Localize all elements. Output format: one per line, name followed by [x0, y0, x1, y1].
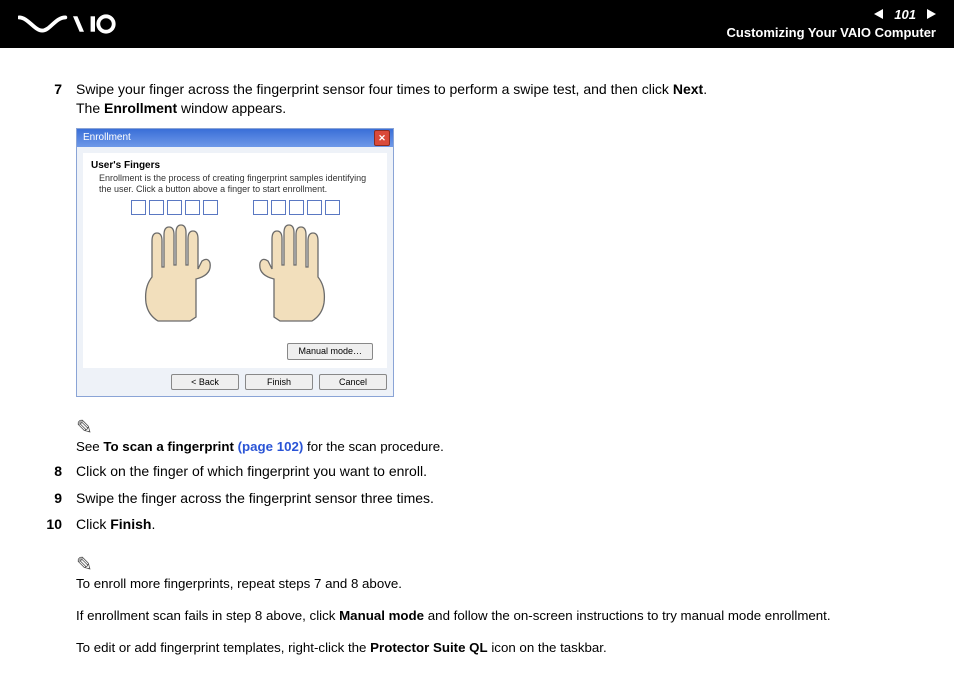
step-7-line2: The: [76, 100, 104, 116]
step-9-text: Swipe the finger across the fingerprint …: [76, 489, 434, 508]
step-10-bold-finish: Finish: [110, 516, 151, 532]
vaio-logo: [18, 13, 139, 35]
note2-l3c: icon on the taskbar.: [488, 640, 607, 655]
close-icon[interactable]: ✕: [374, 130, 390, 146]
note-scan-fingerprint: ✎ See To scan a fingerprint (page 102) f…: [76, 415, 914, 456]
left-hand-icon: [124, 217, 224, 327]
right-hand: [246, 200, 346, 332]
step-10-c: .: [151, 516, 155, 532]
step-number: 10: [40, 515, 62, 534]
page-body: 7 Swipe your finger across the fingerpri…: [0, 48, 954, 687]
prev-page-icon[interactable]: [874, 6, 888, 24]
page-link-102[interactable]: (page 102): [238, 439, 304, 454]
users-fingers-desc: Enrollment is the process of creating fi…: [99, 173, 379, 194]
note2-l2c: and follow the on-screen instructions to…: [424, 608, 831, 623]
page-number: 101: [894, 6, 916, 24]
step-8-text: Click on the finger of which fingerprint…: [76, 462, 427, 481]
right-hand-icon: [246, 217, 346, 327]
page-header: 101 Customizing Your VAIO Computer: [0, 0, 954, 48]
finger-select-box[interactable]: [307, 200, 322, 215]
note-more-fingerprints: ✎ To enroll more fingerprints, repeat st…: [76, 552, 914, 657]
step-7-bold-enrollment: Enrollment: [104, 100, 177, 116]
step-8: 8 Click on the finger of which fingerpri…: [40, 462, 914, 481]
enrollment-titlebar: Enrollment ✕: [77, 129, 393, 147]
next-page-icon[interactable]: [922, 6, 936, 24]
step-7-text: Swipe your finger across the fingerprint…: [76, 81, 673, 97]
step-7: 7 Swipe your finger across the fingerpri…: [40, 80, 914, 118]
step-10: 10 Click Finish.: [40, 515, 914, 534]
enrollment-window: Enrollment ✕ User's Fingers Enrollment i…: [76, 128, 394, 397]
finger-select-box[interactable]: [185, 200, 200, 215]
finish-button[interactable]: Finish: [245, 374, 313, 390]
step-number: 9: [40, 489, 62, 508]
finger-select-box[interactable]: [253, 200, 268, 215]
step-7-text-end: .: [703, 81, 707, 97]
section-title: Customizing Your VAIO Computer: [727, 24, 936, 42]
step-number: 7: [40, 80, 62, 118]
note1-c: for the scan procedure.: [303, 439, 443, 454]
finger-select-box[interactable]: [167, 200, 182, 215]
manual-mode-button[interactable]: Manual mode…: [287, 343, 373, 359]
page-nav: 101: [727, 6, 936, 24]
finger-select-box[interactable]: [289, 200, 304, 215]
left-hand: [124, 200, 224, 332]
note2-line1: To enroll more fingerprints, repeat step…: [76, 575, 914, 593]
users-fingers-heading: User's Fingers: [91, 159, 379, 173]
note1-b: To scan a fingerprint: [103, 439, 237, 454]
note2-l3a: To edit or add fingerprint templates, ri…: [76, 640, 370, 655]
step-number: 8: [40, 462, 62, 481]
step-10-a: Click: [76, 516, 110, 532]
finger-select-box[interactable]: [203, 200, 218, 215]
finger-select-box[interactable]: [325, 200, 340, 215]
enrollment-title: Enrollment: [83, 131, 131, 145]
step-7-line2-end: window appears.: [177, 100, 286, 116]
note1-a: See: [76, 439, 103, 454]
note2-bold-manual: Manual mode: [339, 608, 424, 623]
finger-select-box[interactable]: [271, 200, 286, 215]
step-7-bold-next: Next: [673, 81, 703, 97]
finger-select-box[interactable]: [149, 200, 164, 215]
cancel-button[interactable]: Cancel: [319, 374, 387, 390]
note2-l2a: If enrollment scan fails in step 8 above…: [76, 608, 339, 623]
finger-select-box[interactable]: [131, 200, 146, 215]
back-button[interactable]: < Back: [171, 374, 239, 390]
note2-bold-psql: Protector Suite QL: [370, 640, 487, 655]
step-9: 9 Swipe the finger across the fingerprin…: [40, 489, 914, 508]
